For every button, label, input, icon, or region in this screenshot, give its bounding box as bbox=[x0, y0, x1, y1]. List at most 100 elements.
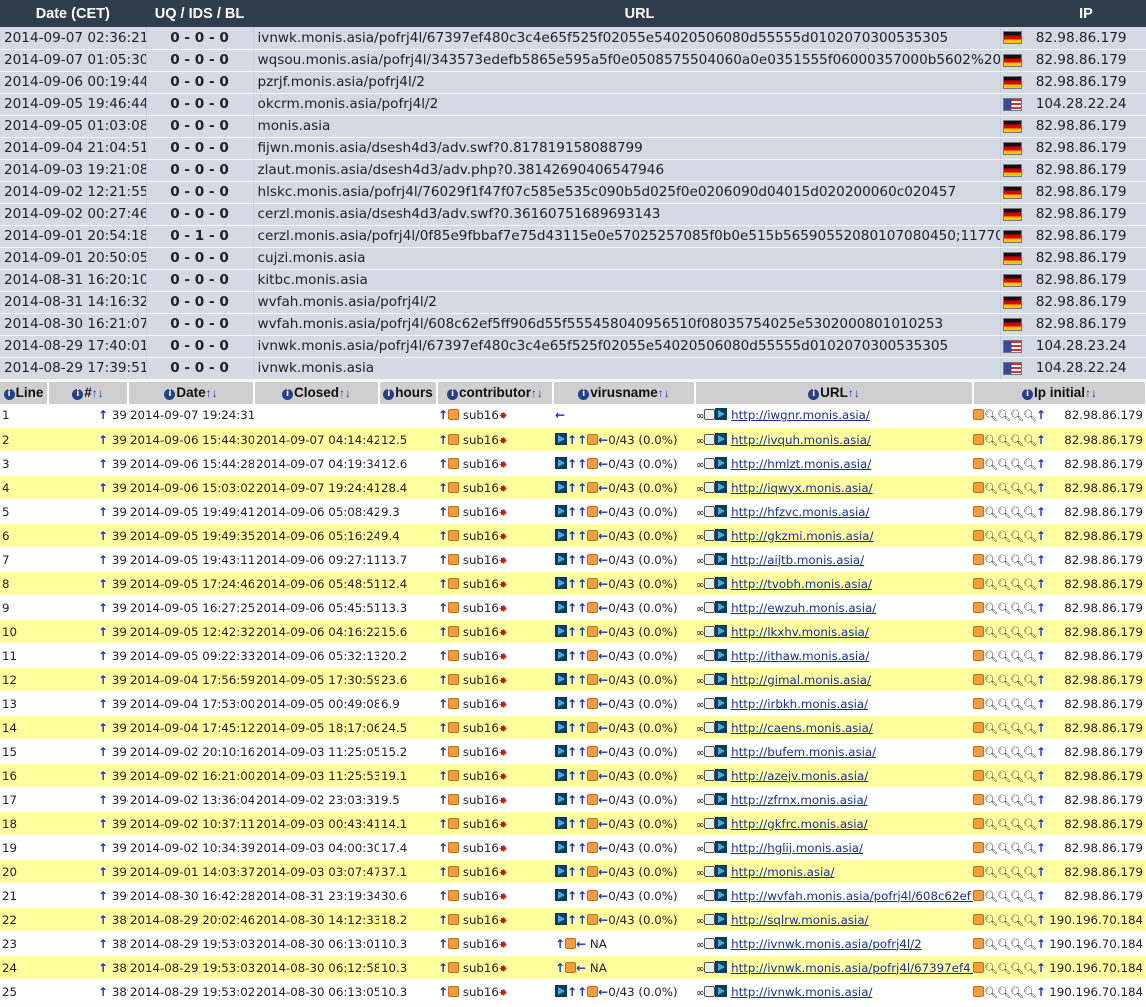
up-arrow-icon[interactable]: ↑ bbox=[98, 793, 108, 807]
up-arrow-icon[interactable]: ↑ bbox=[98, 553, 108, 567]
rss-icon[interactable] bbox=[587, 649, 599, 661]
up-arrow-icon[interactable]: ↑ bbox=[1036, 985, 1046, 999]
up-arrow-icon[interactable]: ↑ bbox=[567, 481, 577, 495]
submission-row[interactable]: 14↑ 397354852014-09-04 17:45:122014-09-0… bbox=[0, 715, 1146, 740]
up-arrow-icon[interactable]: ↑ bbox=[577, 433, 587, 447]
magnifier-icons[interactable]: 🔍︎🔍︎🔍︎🔍︎ bbox=[984, 842, 1037, 855]
up-arrow-icon[interactable]: ↑ bbox=[98, 457, 108, 471]
row-url-link[interactable]: http://ivquh.monis.asia/ bbox=[731, 433, 871, 447]
screenshot-icon[interactable] bbox=[704, 433, 716, 445]
rss-icon[interactable] bbox=[587, 745, 599, 757]
rss-icon[interactable] bbox=[448, 841, 460, 853]
virustotal-icon[interactable] bbox=[555, 576, 567, 589]
binoculars-icon[interactable]: ∞ bbox=[696, 436, 704, 447]
row-url-link[interactable]: http://aijtb.monis.asia/ bbox=[731, 553, 864, 567]
up-arrow-icon[interactable]: ↑ bbox=[567, 649, 577, 663]
left-arrow-icon[interactable]: ← bbox=[598, 985, 608, 999]
row-url-link[interactable]: http://lkxhv.monis.asia/ bbox=[731, 625, 869, 639]
left-arrow-icon[interactable]: ← bbox=[598, 865, 608, 879]
rss-icon[interactable] bbox=[587, 529, 599, 541]
up-arrow-icon[interactable]: ↑ bbox=[1036, 673, 1046, 687]
row-id[interactable]: 39899824 bbox=[112, 433, 128, 447]
up-arrow-icon[interactable]: ↑ bbox=[1036, 408, 1046, 422]
submission-row[interactable]: 8↑ 398159712014-09-05 17:24:462014-09-06… bbox=[0, 571, 1146, 596]
row-id[interactable]: 39081551 bbox=[112, 889, 128, 903]
up-arrow-icon[interactable]: ↑ bbox=[567, 889, 577, 903]
rss-icon[interactable] bbox=[448, 889, 460, 901]
history-url[interactable]: ivnwk.monis.asia/pofrj4l/67397ef480c3c4e… bbox=[253, 335, 1001, 358]
rss-icon[interactable] bbox=[448, 937, 460, 949]
virustotal-icon[interactable] bbox=[715, 960, 728, 973]
submission-row[interactable]: 12↑ 397389192014-09-04 17:56:592014-09-0… bbox=[0, 667, 1146, 692]
up-arrow-icon[interactable]: ↑ bbox=[577, 889, 587, 903]
up-arrow-icon[interactable]: ↑ bbox=[567, 745, 577, 759]
rss-icon[interactable] bbox=[448, 649, 460, 661]
up-arrow-icon[interactable]: ↑ bbox=[577, 817, 587, 831]
row-url-link[interactable]: http://hglij.monis.asia/ bbox=[731, 841, 863, 855]
rss-icon[interactable] bbox=[587, 769, 599, 781]
up-arrow-icon[interactable]: ↑ bbox=[98, 408, 108, 422]
rss-icon[interactable] bbox=[587, 817, 599, 829]
up-arrow-icon[interactable]: ↑ bbox=[567, 553, 577, 567]
screenshot-icon[interactable] bbox=[704, 841, 716, 853]
submission-row[interactable]: 18↑ 393866462014-09-02 10:37:112014-09-0… bbox=[0, 811, 1146, 836]
up-arrow-icon[interactable]: ↑ bbox=[577, 769, 587, 783]
screenshot-icon[interactable] bbox=[704, 865, 716, 877]
rss-icon[interactable] bbox=[448, 817, 460, 829]
up-arrow-icon[interactable]: ↑ bbox=[1036, 769, 1046, 783]
rss-icon[interactable] bbox=[973, 601, 984, 613]
left-arrow-icon[interactable]: ← bbox=[598, 769, 608, 783]
col-date-header[interactable]: i Date↑↓ bbox=[128, 381, 255, 404]
screenshot-icon[interactable] bbox=[704, 673, 716, 685]
up-arrow-icon[interactable]: ↑ bbox=[438, 985, 448, 999]
rss-icon[interactable] bbox=[448, 769, 460, 781]
submission-row[interactable]: 22↑ 389930422014-08-29 20:02:462014-08-3… bbox=[0, 907, 1146, 932]
submission-row[interactable]: 9↑ 398141172014-09-05 16:27:252014-09-06… bbox=[0, 595, 1146, 620]
up-arrow-icon[interactable]: ↑ bbox=[438, 553, 448, 567]
contributor-name[interactable]: sub16 bbox=[463, 913, 499, 927]
history-row[interactable]: 2014-09-02 00:27:46 0 - 0 - 0 cerzl.monis.… bbox=[0, 203, 1146, 226]
row-id[interactable]: 39385426 bbox=[112, 841, 128, 855]
row-id[interactable]: 39263453 bbox=[112, 865, 128, 879]
up-arrow-icon[interactable]: ↑ bbox=[577, 649, 587, 663]
screenshot-icon[interactable] bbox=[704, 649, 716, 661]
up-arrow-icon[interactable]: ↑ bbox=[577, 745, 587, 759]
up-arrow-icon[interactable]: ↑ bbox=[1036, 601, 1046, 615]
rss-icon[interactable] bbox=[973, 913, 984, 925]
rss-icon[interactable] bbox=[448, 433, 460, 445]
magnifier-icons[interactable]: 🔍︎🔍︎🔍︎🔍︎ bbox=[984, 409, 1037, 422]
col-virusname-header[interactable]: i virusname↑↓ bbox=[553, 381, 696, 404]
row-id[interactable]: 39511844 bbox=[112, 769, 128, 783]
rss-icon[interactable] bbox=[973, 697, 984, 709]
row-id[interactable]: 38991944 bbox=[112, 961, 128, 975]
screenshot-icon[interactable] bbox=[704, 457, 716, 469]
row-url-link[interactable]: http://gkfrc.monis.asia/ bbox=[731, 817, 868, 831]
submission-row[interactable]: 21↑ 390815512014-08-30 16:42:282014-08-3… bbox=[0, 883, 1146, 908]
up-arrow-icon[interactable]: ↑ bbox=[577, 601, 587, 615]
up-arrow-icon[interactable]: ↑ bbox=[438, 721, 448, 735]
history-row[interactable]: 2014-09-04 21:04:51 0 - 0 - 0 fijwn.monis.… bbox=[0, 137, 1146, 160]
submission-row[interactable]: 6↑ 398323392014-09-05 19:49:352014-09-06… bbox=[0, 523, 1146, 548]
screenshot-icon[interactable] bbox=[704, 721, 716, 733]
virustotal-icon[interactable] bbox=[715, 936, 728, 949]
up-arrow-icon[interactable]: ↑ bbox=[1036, 913, 1046, 927]
up-arrow-icon[interactable]: ↑ bbox=[567, 433, 577, 447]
magnifier-icons[interactable]: 🔍︎🔍︎🔍︎🔍︎ bbox=[984, 674, 1037, 687]
up-arrow-icon[interactable]: ↑ bbox=[438, 865, 448, 879]
row-url-link[interactable]: http://monis.asia/ bbox=[731, 865, 834, 879]
row-url-link[interactable]: http://ivnwk.monis.asia/pofrj4l/2 bbox=[731, 937, 922, 951]
submission-row[interactable]: 10↑ 398004572014-09-05 12:42:322014-09-0… bbox=[0, 619, 1146, 644]
rss-icon[interactable] bbox=[973, 769, 984, 781]
rss-icon[interactable] bbox=[973, 985, 984, 997]
binoculars-icon[interactable]: ∞ bbox=[696, 460, 704, 471]
up-arrow-icon[interactable]: ↑ bbox=[438, 649, 448, 663]
screenshot-icon[interactable] bbox=[704, 625, 716, 637]
history-row[interactable]: 2014-08-31 16:20:10 0 - 0 - 0 kitbc.monis.… bbox=[0, 269, 1146, 292]
up-arrow-icon[interactable]: ↑ bbox=[438, 433, 448, 447]
up-arrow-icon[interactable]: ↑ bbox=[438, 601, 448, 615]
row-id[interactable]: 39735485 bbox=[112, 721, 128, 735]
virustotal-icon[interactable] bbox=[555, 528, 567, 541]
sort-desc-icon[interactable]: ↓ bbox=[1091, 386, 1097, 400]
binoculars-icon[interactable]: ∞ bbox=[696, 652, 704, 663]
up-arrow-icon[interactable]: ↑ bbox=[1036, 961, 1046, 975]
